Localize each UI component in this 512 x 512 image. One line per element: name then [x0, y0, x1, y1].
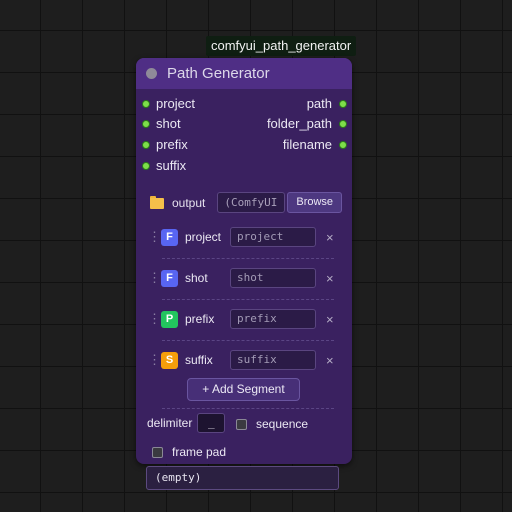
output-slot-icon[interactable]: [339, 141, 347, 149]
drag-handle-icon[interactable]: ⋮: [148, 352, 161, 368]
input-slot-icon[interactable]: [142, 141, 150, 149]
drag-handle-icon[interactable]: ⋮: [148, 229, 161, 245]
output-port-folder-path[interactable]: folder_path: [267, 115, 347, 133]
output-folder-label: output: [172, 195, 206, 210]
close-icon[interactable]: ×: [326, 353, 334, 368]
segment-row[interactable]: ⋮ F project project ×: [148, 226, 340, 248]
segment-row[interactable]: ⋮ P prefix prefix ×: [148, 308, 340, 330]
segment-name: project: [185, 230, 222, 244]
sequence-label: sequence: [256, 417, 309, 431]
result-preview-box: (empty): [146, 466, 339, 490]
segment-divider: [162, 258, 334, 259]
input-port-suffix[interactable]: suffix: [142, 157, 186, 175]
segment-value-input[interactable]: shot: [230, 268, 316, 288]
segment-type-badge: F: [161, 269, 178, 287]
output-folder-input[interactable]: (ComfyUI: [217, 192, 286, 213]
input-port-prefix[interactable]: prefix: [142, 136, 188, 154]
input-slot-icon[interactable]: [142, 162, 150, 170]
sequence-option[interactable]: sequence: [236, 417, 308, 431]
input-slot-icon[interactable]: [142, 120, 150, 128]
segment-name: shot: [185, 271, 208, 285]
segment-divider: [162, 299, 334, 300]
input-slot-icon[interactable]: [142, 100, 150, 108]
options-divider: [162, 408, 334, 409]
segment-name: suffix: [185, 353, 213, 367]
output-slot-icon[interactable]: [339, 120, 347, 128]
segment-value-input[interactable]: suffix: [230, 350, 316, 370]
drag-handle-icon[interactable]: ⋮: [148, 311, 161, 327]
folder-icon: [150, 196, 164, 209]
input-label: project: [156, 96, 196, 111]
close-icon[interactable]: ×: [326, 312, 334, 327]
close-icon[interactable]: ×: [326, 230, 334, 245]
output-label: folder_path: [266, 116, 332, 131]
output-port-filename[interactable]: filename: [283, 136, 347, 154]
input-label: suffix: [156, 158, 187, 173]
input-port-project[interactable]: project: [142, 95, 195, 113]
collapse-dot-icon[interactable]: [146, 68, 157, 79]
delimiter-input[interactable]: _: [197, 413, 226, 433]
input-label: prefix: [156, 137, 188, 152]
input-port-shot[interactable]: shot: [142, 115, 181, 133]
segment-type-badge: P: [161, 310, 178, 328]
browse-button[interactable]: Browse: [287, 192, 343, 213]
input-label: shot: [156, 116, 181, 131]
output-label: filename: [282, 137, 332, 152]
segment-type-badge: S: [161, 351, 178, 369]
output-port-path[interactable]: path: [307, 95, 347, 113]
node-title: Path Generator: [167, 65, 270, 82]
node-header[interactable]: Path Generator: [136, 58, 352, 89]
segment-name: prefix: [185, 312, 215, 326]
segment-value-input[interactable]: prefix: [230, 309, 316, 329]
delimiter-row: delimiter _: [147, 413, 226, 433]
frame-pad-checkbox[interactable]: [152, 446, 163, 458]
segment-row[interactable]: ⋮ S suffix suffix ×: [148, 349, 340, 371]
segment-type-badge: F: [161, 228, 178, 246]
add-segment-button[interactable]: + Add Segment: [187, 378, 300, 401]
delimiter-label: delimiter: [147, 416, 193, 430]
segment-row[interactable]: ⋮ F shot shot ×: [148, 267, 340, 289]
path-generator-node[interactable]: Path Generator project shot prefix suffi…: [136, 58, 352, 464]
frame-pad-label: frame pad: [172, 445, 227, 459]
frame-pad-option[interactable]: frame pad: [152, 445, 226, 459]
node-type-badge: comfyui_path_generator: [206, 36, 357, 56]
sequence-checkbox[interactable]: [236, 418, 247, 430]
output-slot-icon[interactable]: [339, 100, 347, 108]
segment-value-input[interactable]: project: [230, 227, 316, 247]
output-label: path: [306, 96, 332, 111]
close-icon[interactable]: ×: [326, 271, 334, 286]
drag-handle-icon[interactable]: ⋮: [148, 270, 161, 286]
output-folder-row: output (ComfyUI Browse: [150, 192, 343, 213]
segment-divider: [162, 340, 334, 341]
